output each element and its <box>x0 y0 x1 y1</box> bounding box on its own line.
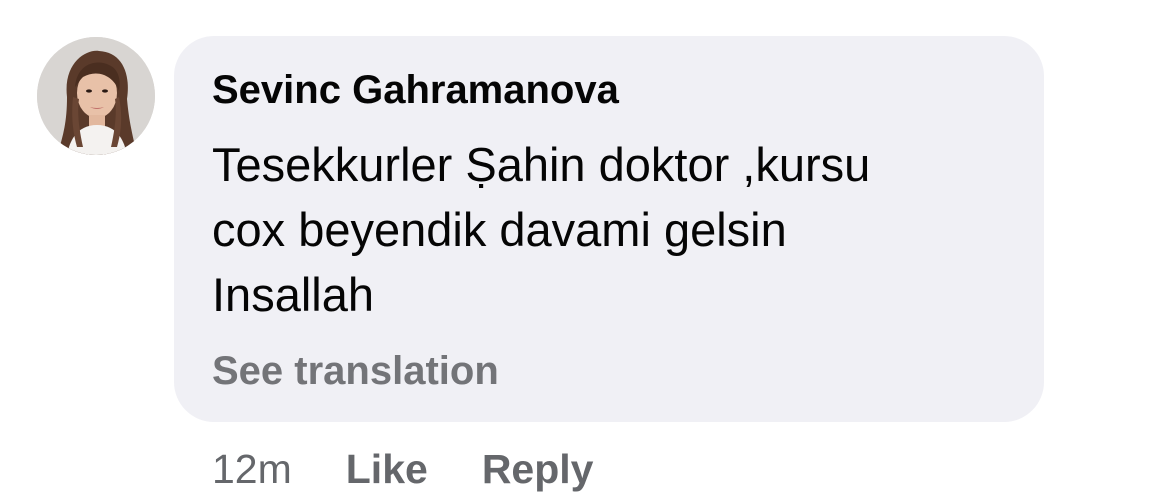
like-button[interactable]: Like <box>346 446 428 493</box>
comment-text-line: Tesekkurler Ṣahin doktor ,kursu <box>212 138 871 191</box>
comment-timestamp[interactable]: 12m <box>212 446 292 493</box>
comment-actions: 12m Like Reply <box>212 444 647 494</box>
comment-bubble: Sevinc Gahramanova Tesekkurler Ṣahin dok… <box>174 36 1044 422</box>
comment-text-line: cox beyendik davami gelsin <box>212 203 787 256</box>
avatar[interactable] <box>37 37 155 155</box>
profile-photo <box>37 37 155 155</box>
comment-author[interactable]: Sevinc Gahramanova <box>212 68 619 113</box>
comment-text-line: Insallah <box>212 268 374 321</box>
comment-text: Tesekkurler Ṣahin doktor ,kursu cox beye… <box>212 132 1012 327</box>
reply-button[interactable]: Reply <box>482 446 594 493</box>
see-translation-link[interactable]: See translation <box>212 349 499 394</box>
